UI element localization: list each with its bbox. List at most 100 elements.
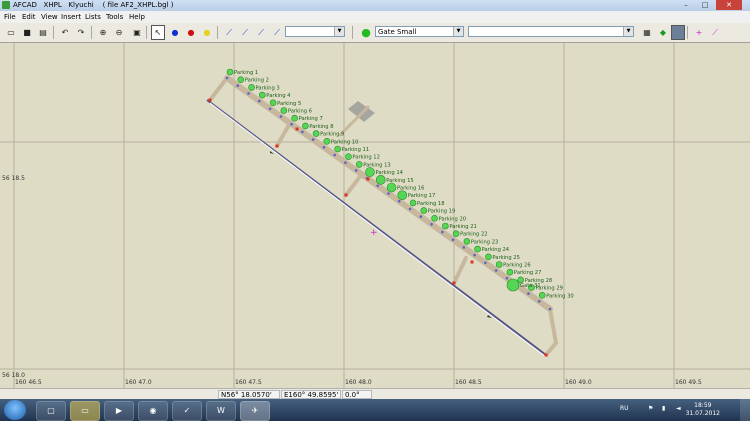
menu-tools[interactable]: Tools [106,13,123,21]
taxi-node[interactable] [537,300,541,303]
hold-short-marker[interactable] [544,353,548,357]
parking-spot-marker[interactable] [291,114,298,122]
zoom-out-icon[interactable]: ⊖ [112,25,126,40]
word-icon[interactable]: W [206,401,236,421]
parking-spot-marker[interactable] [474,245,481,253]
parking-spot-marker[interactable] [345,153,352,160]
parking-spot-marker[interactable] [431,215,438,222]
parking-spot-marker[interactable] [397,190,408,200]
hold-short-marker[interactable] [344,193,348,197]
parking-spot-marker[interactable] [538,292,546,299]
hold-short-marker[interactable] [295,127,299,131]
taxi-node[interactable] [236,84,240,87]
taxi-node[interactable] [441,230,444,234]
tray-volume-icon[interactable]: ◄ [676,405,681,412]
taxi-node[interactable] [419,215,423,218]
taxi-node[interactable] [484,261,487,265]
blue-dot-icon[interactable]: ● [168,25,182,40]
taxi-path-icon[interactable]: ⟋ [222,25,236,40]
explorer-icon[interactable]: ▢ [36,401,66,421]
tray-flag-icon[interactable]: ⚑ [648,405,653,412]
taxi-node[interactable] [311,138,315,141]
parking-spot-marker[interactable] [269,99,277,107]
parking-spot-marker[interactable] [485,253,492,261]
parking-spot-marker[interactable] [334,145,341,153]
open-icon[interactable]: ▭ [4,25,18,40]
taxi-node[interactable] [290,122,293,126]
undo-icon[interactable]: ↶ [58,25,72,40]
hold-short-marker[interactable] [275,144,279,148]
menu-lists[interactable]: Lists [85,13,101,21]
taxi-node[interactable] [462,246,466,249]
menu-view[interactable]: View [41,13,58,21]
menu-file[interactable]: File [4,13,16,21]
parking-spot-marker[interactable] [517,276,525,284]
taxi-node[interactable] [258,99,261,103]
parking-spot-marker[interactable] [506,278,520,292]
taxi-path-4-icon[interactable]: ⟋ [270,25,284,40]
lock-icon[interactable]: ▣ [130,25,144,40]
taxi-node[interactable] [333,153,336,157]
hold-short-marker[interactable] [208,98,212,102]
taxi-node[interactable] [505,276,509,280]
parking-spot-marker[interactable] [463,238,471,245]
monitor-icon[interactable]: ✓ [172,401,202,421]
parking-spot-marker[interactable] [495,261,503,268]
menu-edit[interactable]: Edit [22,13,36,21]
print-icon[interactable]: ▤ [36,25,50,40]
menu-help[interactable]: Help [129,13,145,21]
parking-spot-marker[interactable] [365,167,375,177]
select-pointer-icon[interactable]: ↖ [151,25,165,40]
hp-icon[interactable]: ◉ [138,401,168,421]
scenery-object-icon[interactable] [671,25,685,40]
hold-short-marker[interactable] [470,260,474,264]
taxi-node[interactable] [301,130,304,134]
taxi-node[interactable] [397,199,401,203]
afcad-taskbar-icon[interactable]: ✈ [240,401,270,421]
hold-short-marker[interactable] [452,281,456,285]
parking-spot-marker[interactable] [237,76,245,84]
parking-spot-marker[interactable] [452,230,460,237]
map-canvas[interactable]: 56 18.5 56 18.0 160 46.5 160 47.0 160 47… [0,43,750,388]
parking-spot-marker[interactable] [258,91,266,99]
airline-codes-select[interactable]: ▼ [468,26,634,37]
parking-spot-marker[interactable] [375,175,386,185]
folder-icon[interactable]: ▭ [70,401,100,421]
parking-spot-marker[interactable] [248,84,255,91]
redo-icon[interactable]: ↷ [74,25,88,40]
start-button[interactable] [4,400,26,420]
tray-network-icon[interactable]: ▮ [662,405,665,412]
taxi-node[interactable] [451,238,455,241]
taxi-node[interactable] [430,223,433,226]
taxi-node[interactable] [354,169,358,172]
system-clock[interactable]: 18:59 31.07.2012 [686,402,720,418]
menu-insert[interactable]: Insert [61,13,81,21]
taxi-path-3-icon[interactable]: ⟋ [254,25,268,40]
media-player-icon[interactable]: ▶ [104,401,134,421]
parking-spot-marker[interactable] [386,182,397,193]
taxi-node[interactable] [279,115,283,118]
taxi-node[interactable] [473,253,476,257]
parking-spot-marker[interactable] [226,68,234,76]
hold-short-marker[interactable] [366,177,370,181]
taxi-node[interactable] [225,76,229,80]
taxi-node[interactable] [376,184,380,188]
taxi-node[interactable] [408,207,412,211]
taxi-node[interactable] [527,292,530,295]
parking-spot-marker[interactable] [506,268,514,276]
parking-spot-marker[interactable] [302,122,309,130]
save-icon[interactable]: ■ [20,25,34,40]
parking-spot-marker[interactable] [280,107,288,114]
parking-spot-marker[interactable] [312,130,320,137]
parking-spot-marker[interactable] [409,199,417,207]
yellow-dot-icon[interactable]: ● [200,25,214,40]
red-dot-icon[interactable]: ● [184,25,198,40]
taxi-node[interactable] [387,192,390,195]
parking-spot-marker[interactable] [420,207,428,214]
airport-layout-map[interactable]: 56 18.5 56 18.0 160 46.5 160 47.0 160 47… [0,43,750,388]
building-icon[interactable]: ▦ [640,25,654,40]
taxi-node[interactable] [344,161,347,164]
show-desktop-button[interactable] [740,399,750,421]
parking-circle-icon[interactable]: ● [359,25,373,40]
parking-type-select[interactable]: Gate Small ▼ [375,26,464,37]
